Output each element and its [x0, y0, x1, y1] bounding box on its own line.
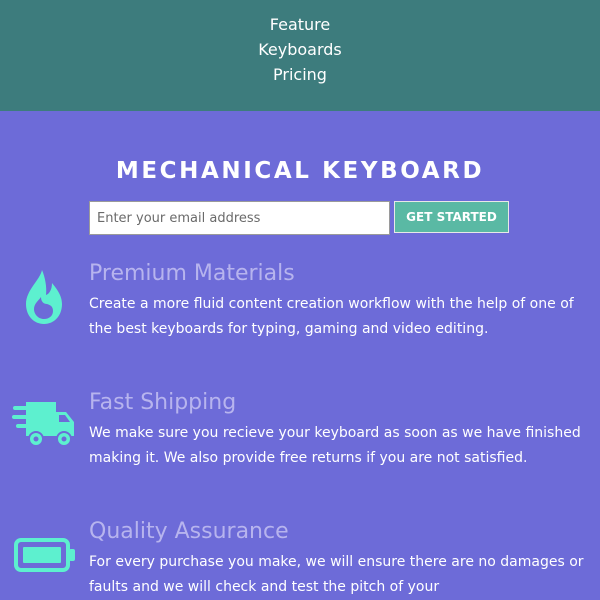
nav-link-pricing[interactable]: Pricing	[0, 65, 600, 85]
feature-title-premium: Premium Materials	[89, 261, 295, 286]
feature-title-shipping: Fast Shipping	[89, 390, 237, 415]
nav-link-keyboards[interactable]: Keyboards	[0, 40, 600, 60]
feature-title-quality: Quality Assurance	[89, 519, 289, 544]
hero-title: MECHANICAL KEYBOARD	[115, 158, 485, 184]
email-input[interactable]	[89, 201, 390, 235]
nav-link-feature[interactable]: Feature	[0, 15, 600, 35]
feature-desc-shipping: We make sure you recieve your keyboard a…	[89, 425, 581, 466]
top-nav: Feature Keyboards Pricing	[0, 0, 600, 111]
feature-desc-premium: Create a more fluid content creation wor…	[89, 296, 574, 337]
battery-icon	[14, 538, 76, 572]
fire-icon	[22, 268, 66, 326]
feature-desc-quality: For every purchase you make, we will ens…	[89, 554, 584, 595]
shipping-truck-icon	[12, 400, 76, 450]
get-started-button[interactable]: GET STARTED	[394, 201, 509, 233]
